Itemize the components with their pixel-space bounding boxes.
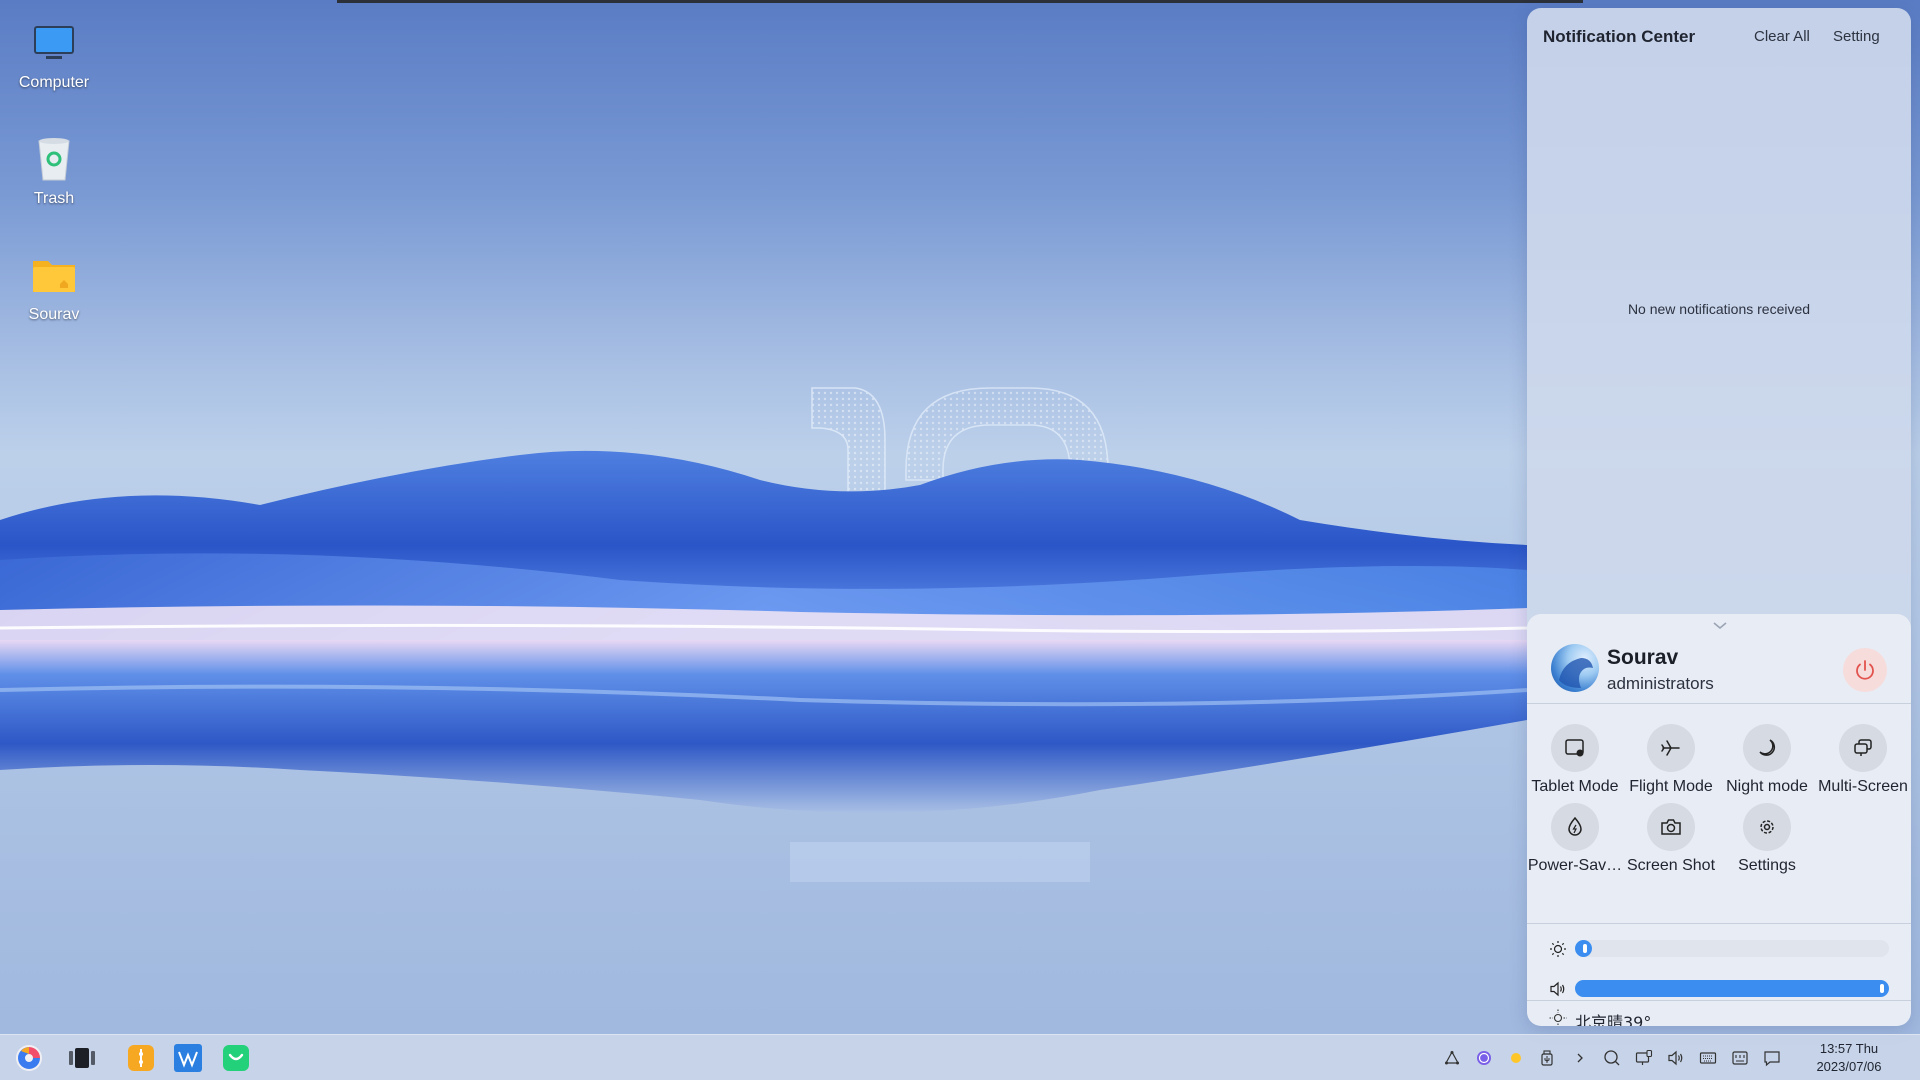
camera-icon (1661, 819, 1681, 835)
airplane-icon (1661, 740, 1680, 756)
weather-sun-icon (1549, 1009, 1567, 1026)
toggle-label: Multi-Screen (1818, 778, 1908, 795)
computer-icon (30, 20, 78, 68)
power-icon (1856, 660, 1874, 680)
avatar[interactable] (1551, 644, 1599, 692)
volume-handle[interactable] (1880, 984, 1884, 993)
tray-input-method[interactable] (1730, 1048, 1750, 1068)
brightness-handle[interactable] (1583, 944, 1587, 953)
tablet-mode-icon (1565, 739, 1584, 757)
user-role: administrators (1607, 674, 1714, 693)
brightness-icon (1550, 941, 1566, 957)
taskbar-app-start-menu[interactable] (14, 1043, 44, 1073)
wps-icon (174, 1044, 202, 1072)
power-saving-icon (1568, 816, 1582, 836)
toggle-label: Tablet Mode (1531, 778, 1619, 795)
quick-toggles: Tablet Mode Flight Mode Night mode Multi… (1527, 714, 1911, 924)
desktop-icon-label: Trash (33, 190, 75, 207)
tray-weather[interactable] (1506, 1048, 1526, 1068)
file-manager-icon (128, 1045, 154, 1071)
desktop-icon-computer[interactable]: Computer (8, 20, 100, 92)
toggle-settings[interactable]: Settings (1719, 803, 1815, 875)
multitask-view-icon (69, 1048, 95, 1068)
toggle-tablet-mode[interactable]: Tablet Mode (1527, 724, 1623, 796)
search-icon (1604, 1050, 1620, 1066)
network-icon (1444, 1050, 1460, 1065)
home-folder-icon (30, 252, 78, 300)
desktop-icon-label: Sourav (28, 306, 80, 323)
clock-date: 2023/07/06 (1816, 1059, 1882, 1074)
tray-volume[interactable] (1666, 1048, 1686, 1068)
toggle-label: Screen Shot (1626, 857, 1716, 874)
keyboard-icon (1699, 1052, 1717, 1064)
tray-usb[interactable] (1537, 1048, 1557, 1068)
network-connection-icon (1635, 1049, 1653, 1065)
usb-icon (1541, 1050, 1553, 1066)
chevron-right-icon (1577, 1053, 1583, 1063)
toggle-night-mode[interactable]: Night mode (1719, 724, 1815, 796)
tray-network[interactable] (1442, 1048, 1462, 1068)
tray-expand[interactable] (1570, 1048, 1590, 1068)
volume-icon (1550, 981, 1565, 997)
collapse-chevron-icon[interactable] (1713, 622, 1727, 630)
user-name: Sourav (1607, 646, 1679, 669)
tray-app-indicator[interactable] (1474, 1048, 1494, 1068)
notification-center-header: Notification Center Clear All Setting (1527, 8, 1911, 64)
desktop-icon-trash[interactable]: Trash (8, 136, 100, 208)
brightness-slider-row (1527, 934, 1911, 964)
multi-screen-icon (1854, 739, 1872, 756)
gear-icon (1760, 820, 1774, 834)
start-menu-icon (16, 1045, 42, 1071)
notification-icon (1764, 1051, 1780, 1067)
notification-setting-button[interactable]: Setting (1833, 28, 1880, 45)
desktop-icon-home-folder[interactable]: Sourav (8, 252, 100, 324)
clock-time: 13:57 Thu (1819, 1041, 1879, 1056)
volume-icon (1668, 1050, 1683, 1066)
brightness-slider[interactable] (1575, 940, 1889, 957)
toggle-screen-shot[interactable]: Screen Shot (1623, 803, 1719, 875)
weather-text: 北京晴39° (1575, 1013, 1652, 1026)
clear-all-button[interactable]: Clear All (1754, 28, 1810, 45)
toggle-label: Settings (1738, 857, 1796, 874)
trash-icon (30, 136, 78, 184)
taskbar-clock[interactable]: 13:57 Thu 2023/07/06 (1808, 1040, 1890, 1076)
moon-icon (1759, 739, 1776, 756)
toggle-label: Flight Mode (1629, 778, 1713, 795)
toggle-label: Night mode (1726, 778, 1808, 795)
empty-notifications-message: No new notifications received (1627, 301, 1811, 317)
tray-keyboard[interactable] (1698, 1048, 1718, 1068)
taskbar-app-wps-office[interactable] (173, 1043, 203, 1073)
power-button[interactable] (1843, 648, 1887, 692)
weather-sun-icon (1511, 1053, 1521, 1063)
notification-center-title: Notification Center (1543, 27, 1696, 46)
weather-widget[interactable]: 北京晴39° (1527, 1000, 1911, 1026)
toggle-multi-screen[interactable]: Multi-Screen (1815, 724, 1911, 796)
tray-network-connection[interactable] (1634, 1048, 1654, 1068)
input-method-icon (1732, 1051, 1748, 1065)
control-center: Sourav administrators Tablet Mode Flight… (1527, 614, 1911, 1026)
volume-slider[interactable] (1575, 980, 1889, 997)
toggle-power-saving[interactable]: Power-Sav… (1527, 803, 1623, 875)
notification-center-panel: Notification Center Clear All Setting No… (1527, 8, 1911, 1026)
app-indicator-icon (1477, 1051, 1491, 1065)
tray-notifications[interactable] (1762, 1048, 1782, 1068)
toggle-label: Power-Sav… (1527, 857, 1623, 874)
desktop-icon-label: Computer (18, 74, 90, 91)
taskbar-app-multitask-view[interactable] (67, 1043, 97, 1073)
user-info-row: Sourav administrators (1527, 634, 1911, 704)
top-window-strip (337, 0, 1583, 3)
taskbar-app-file-manager[interactable] (126, 1043, 156, 1073)
toggle-flight-mode[interactable]: Flight Mode (1623, 724, 1719, 796)
taskbar: 13:57 Thu 2023/07/06 (0, 1034, 1920, 1080)
volume-fill (1575, 980, 1889, 997)
tray-search[interactable] (1602, 1048, 1622, 1068)
software-store-icon (223, 1045, 249, 1071)
taskbar-app-software-store[interactable] (221, 1043, 251, 1073)
